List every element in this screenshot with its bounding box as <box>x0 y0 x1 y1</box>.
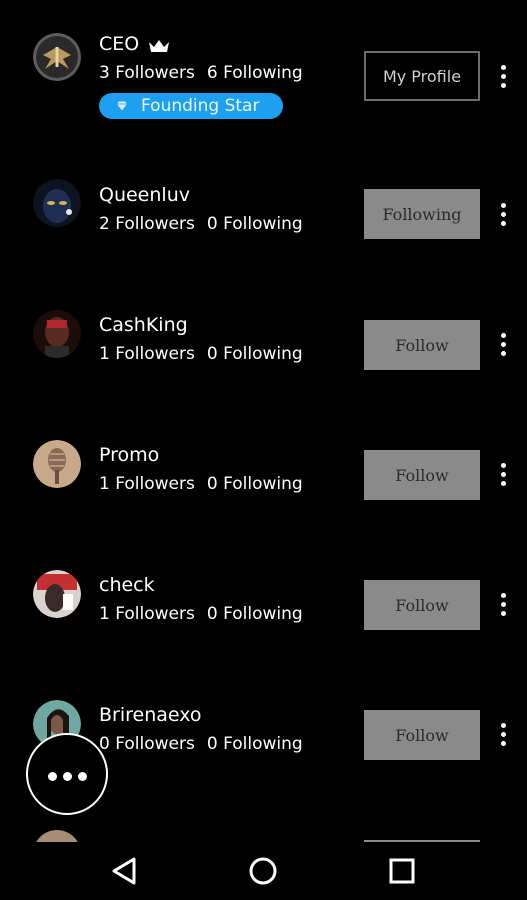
user-name[interactable]: check <box>99 573 155 597</box>
diamond-icon <box>117 101 127 111</box>
more-vertical-icon[interactable] <box>494 200 514 230</box>
avatar[interactable] <box>33 179 81 227</box>
following-count: 6 Following <box>206 63 303 83</box>
following-count: 0 Following <box>206 604 303 624</box>
more-vertical-icon[interactable] <box>494 330 514 360</box>
follow-button[interactable]: Follow <box>364 320 480 370</box>
avatar[interactable] <box>33 570 81 618</box>
follow-stats: 1 Followers 0 Following <box>99 343 303 365</box>
user-name[interactable]: Queenluv <box>99 183 190 207</box>
more-vertical-icon[interactable] <box>494 62 514 92</box>
followers-count: 1 Followers <box>99 344 195 364</box>
following-count: 0 Following <box>206 474 303 494</box>
user-row: CashKing 1 Followers 0 Following Follow <box>0 280 527 410</box>
user-row: Queenluv 2 Followers 0 Following Followin… <box>0 150 527 280</box>
user-name[interactable]: Brirenaexo <box>99 703 202 727</box>
more-options-fab[interactable] <box>26 733 108 815</box>
user-name[interactable]: Promo <box>99 443 159 467</box>
square-recents-icon[interactable] <box>382 851 422 891</box>
avatar[interactable] <box>33 830 81 842</box>
user-name[interactable]: CEO <box>99 32 139 56</box>
follow-button[interactable]: Follow <box>364 580 480 630</box>
more-vertical-icon[interactable] <box>494 590 514 620</box>
more-vertical-icon[interactable] <box>494 720 514 750</box>
follow-stats: 1 Followers 0 Following <box>99 603 303 625</box>
system-nav-bar <box>0 842 527 900</box>
user-name[interactable]: CashKing <box>99 313 188 337</box>
avatar[interactable] <box>33 33 81 81</box>
follow-stats: 2 Followers 0 Following <box>99 213 303 235</box>
more-horizontal-icon <box>48 772 57 781</box>
triangle-back-icon[interactable] <box>105 851 145 891</box>
following-count: 0 Following <box>206 734 303 754</box>
user-row: check 1 Followers 0 Following Follow <box>0 540 527 670</box>
followers-count: 3 Followers <box>99 63 195 83</box>
my-profile-button[interactable]: My Profile <box>364 51 480 101</box>
follow-button[interactable]: Follow <box>364 710 480 760</box>
crown-icon <box>149 40 169 52</box>
following-button[interactable]: Following <box>364 189 480 239</box>
follow-stats: 3 Followers 6 Following <box>99 62 303 84</box>
followers-count: 2 Followers <box>99 214 195 234</box>
avatar[interactable] <box>33 310 81 358</box>
badge-label: Founding Star <box>141 96 260 116</box>
user-list: CEO 3 Followers 6 Following Founding Star… <box>0 0 527 842</box>
followers-count: 1 Followers <box>99 604 195 624</box>
founding-star-badge: Founding Star <box>99 93 283 119</box>
follow-stats: 1 Followers 0 Following <box>99 473 303 495</box>
followers-count: 1 Followers <box>99 474 195 494</box>
followers-count: 0 Followers <box>99 734 195 754</box>
follow-button[interactable]: Follow <box>364 450 480 500</box>
user-row: Promo 1 Followers 0 Following Follow <box>0 410 527 540</box>
following-count: 0 Following <box>206 214 303 234</box>
following-count: 0 Following <box>206 344 303 364</box>
avatar[interactable] <box>33 440 81 488</box>
more-vertical-icon[interactable] <box>494 460 514 490</box>
follow-stats: 0 Followers 0 Following <box>99 733 303 755</box>
circle-home-icon[interactable] <box>243 851 283 891</box>
user-row: CEO 3 Followers 6 Following Founding Star… <box>0 0 527 130</box>
